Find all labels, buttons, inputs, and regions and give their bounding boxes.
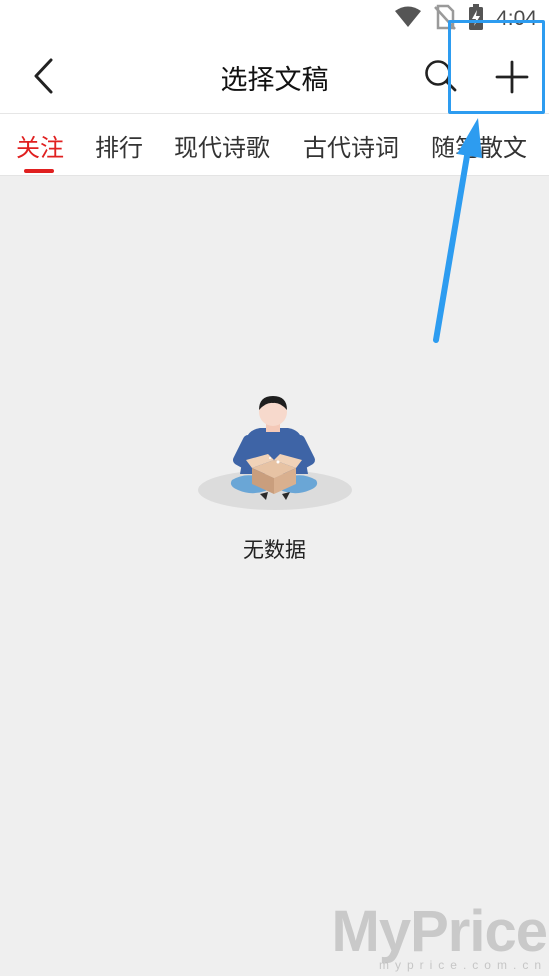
empty-state-illustration (198, 396, 352, 510)
tab-classical-poetry[interactable]: 古代诗词 (303, 128, 399, 163)
watermark: MyPrice myprice.com.cn (332, 900, 548, 976)
empty-message: 无数据 (243, 538, 306, 562)
watermark-logo: MyPrice (331, 899, 548, 964)
tab-modern-poetry[interactable]: 现代诗歌 (174, 128, 270, 163)
watermark-url: myprice.com.cn (378, 958, 547, 972)
tab-essays[interactable]: 随笔散文 (431, 128, 527, 163)
wifi-icon (394, 6, 422, 32)
back-button[interactable] (22, 54, 66, 98)
chevron-left-icon (34, 58, 53, 94)
annotation-highlight-box (448, 20, 545, 114)
tab-ranking[interactable]: 排行 (95, 128, 143, 163)
tab-follow[interactable]: 关注 (16, 128, 64, 163)
active-tab-indicator (24, 169, 54, 173)
tab-bar: 关注 排行 现代诗歌 古代诗词 随笔散文 (0, 114, 549, 176)
